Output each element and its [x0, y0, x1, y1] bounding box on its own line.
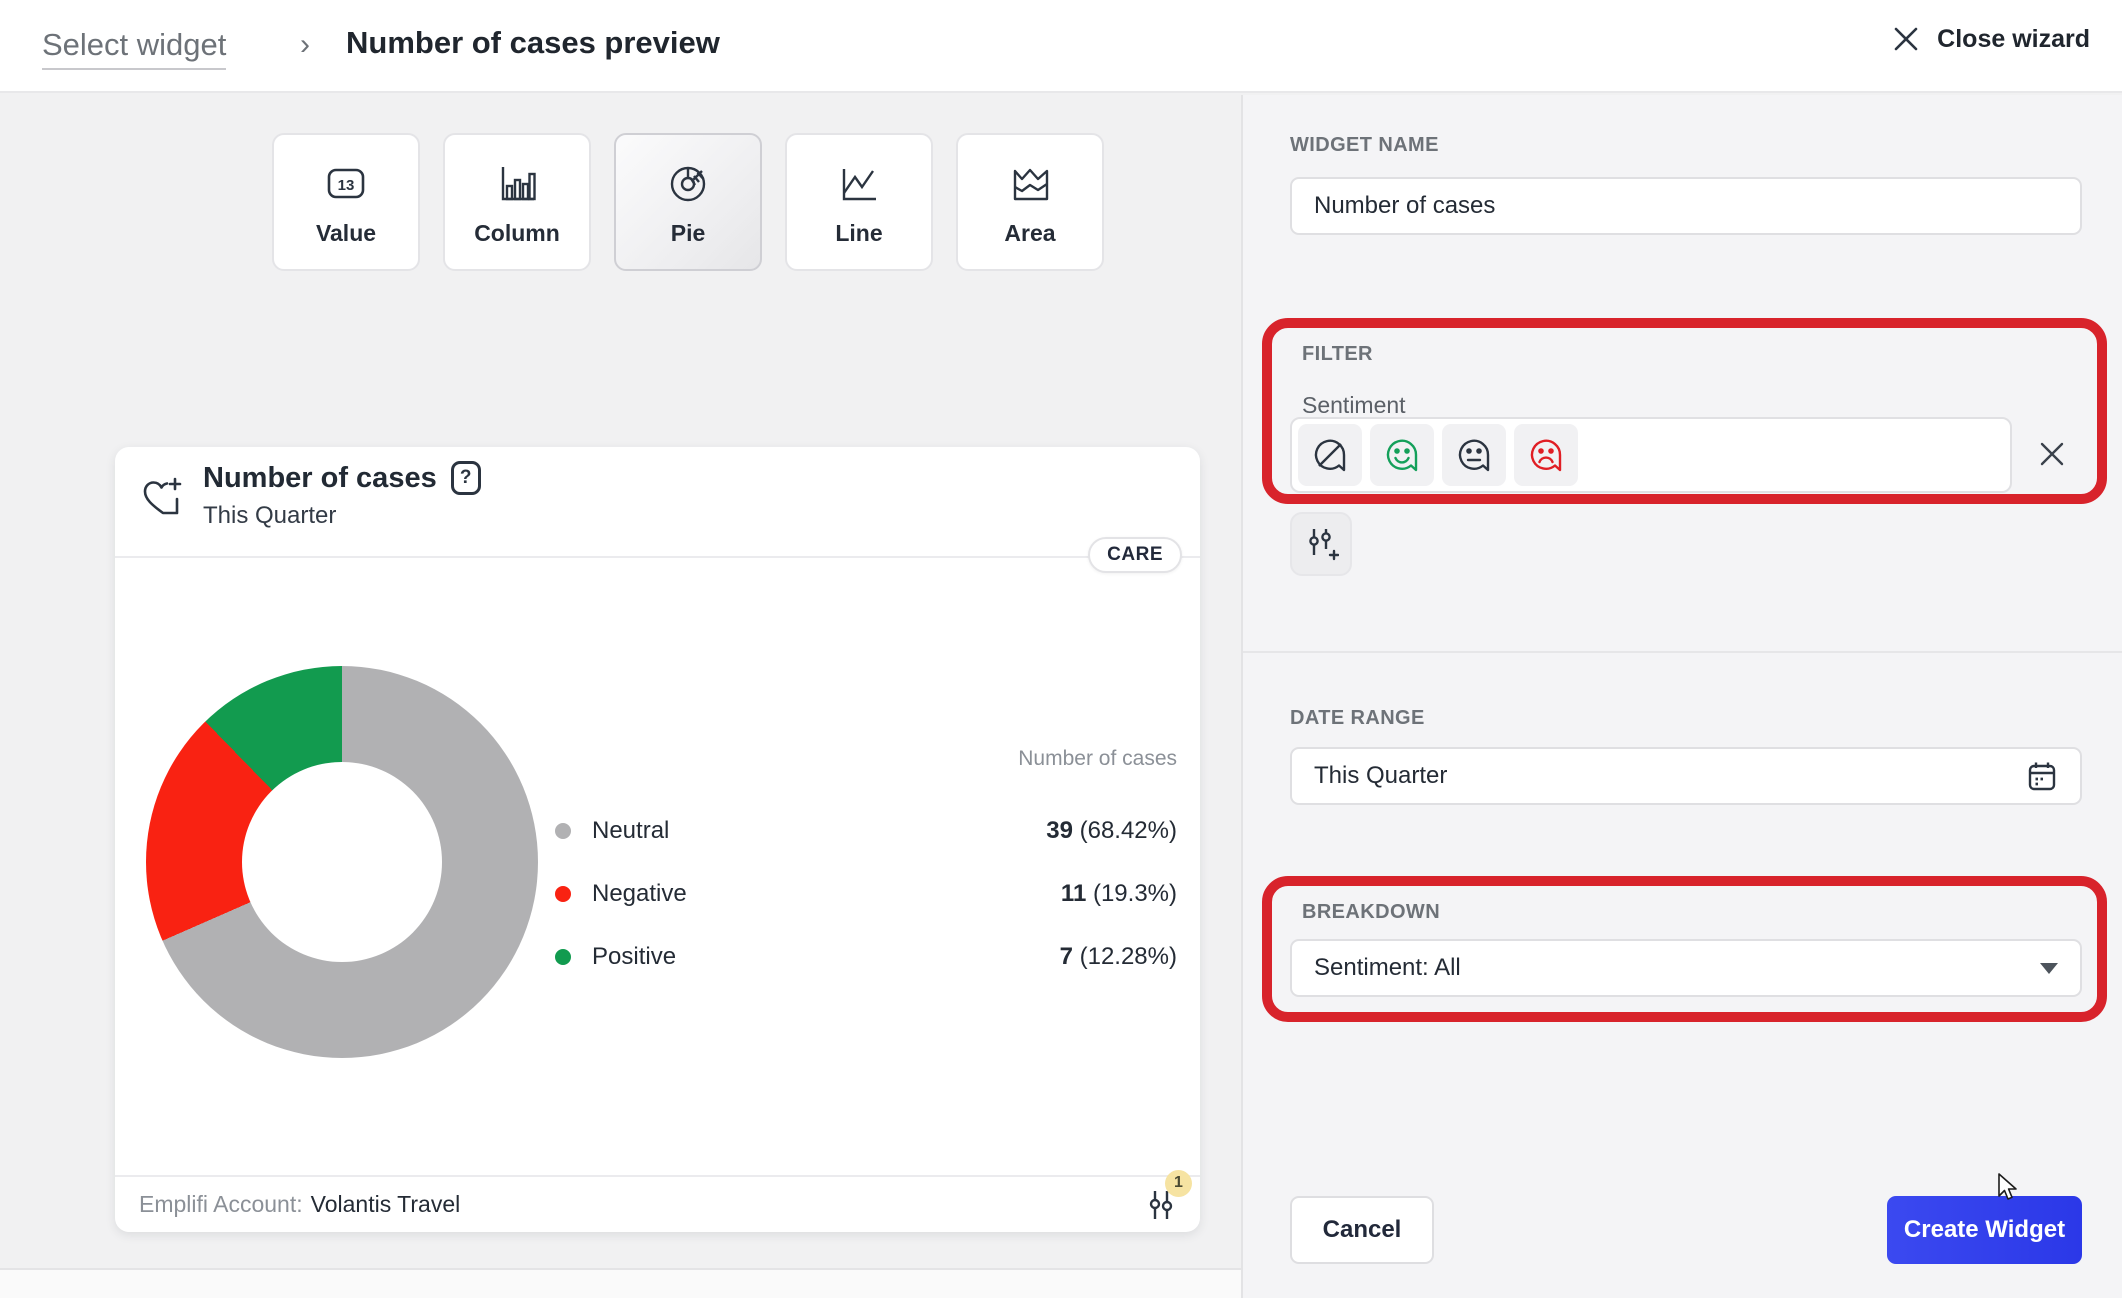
legend-row: Positive 7 (12.28%) [555, 925, 1177, 988]
filter-count-badge: 1 [1165, 1170, 1192, 1197]
sentiment-unknown-button[interactable] [1298, 424, 1362, 486]
legend-column-header: Number of cases [555, 747, 1177, 775]
close-wizard-label: Close wizard [1937, 25, 2090, 54]
filter-clear-button[interactable] [2036, 438, 2068, 470]
left-bottom-strip [0, 1270, 1241, 1298]
widget-type-label: Area [1004, 220, 1055, 247]
close-icon [1891, 24, 1921, 54]
widget-type-area[interactable]: Area [956, 133, 1104, 271]
card-title: Number of cases [203, 462, 437, 495]
account-label: Emplifi Account: [139, 1191, 303, 1218]
widget-name-label: WIDGET NAME [1290, 134, 1439, 157]
chevron-down-icon [2040, 963, 2058, 974]
widget-type-pie[interactable]: Pie [614, 133, 762, 271]
card-footer: Emplifi Account: Volantis Travel 1 [115, 1175, 1200, 1232]
widget-name-input[interactable]: Number of cases [1290, 177, 2082, 235]
negative-sentiment-icon [1524, 433, 1568, 477]
legend-row: Neutral 39 (68.42%) [555, 799, 1177, 862]
neutral-sentiment-icon [1452, 433, 1496, 477]
breadcrumb-back-link[interactable]: Select widget [42, 27, 226, 70]
legend-row: Negative 11 (19.3%) [555, 862, 1177, 925]
legend-label: Positive [592, 943, 676, 971]
legend-marker-icon [555, 949, 571, 965]
care-plus-icon [137, 473, 189, 525]
widget-type-value[interactable]: 13 Value [272, 133, 420, 271]
widget-type-label: Pie [671, 220, 706, 247]
legend-marker-icon [555, 886, 571, 902]
widget-type-label: Value [316, 220, 376, 247]
donut-hole [242, 762, 442, 962]
legend-value: 11 (19.3%) [1061, 880, 1177, 908]
widget-type-label: Column [474, 220, 560, 247]
widget-type-line[interactable]: Line [785, 133, 933, 271]
breadcrumb-separator: › [300, 28, 310, 62]
widget-type-selector: 13 Value Column Pie Line Area [272, 133, 1104, 271]
widget-type-label: Line [835, 220, 882, 247]
donut-chart [146, 666, 538, 1058]
cancel-button[interactable]: Cancel [1290, 1196, 1434, 1264]
breakdown-value: Sentiment: All [1314, 954, 1461, 982]
close-wizard-button[interactable]: Close wizard [1891, 24, 2090, 54]
breakdown-dropdown[interactable]: Sentiment: All [1290, 939, 2082, 997]
sentiment-neutral-button[interactable] [1442, 424, 1506, 486]
legend-value: 7 (12.28%) [1060, 943, 1177, 971]
pie-chart-icon [664, 158, 712, 208]
legend-label: Neutral [592, 817, 669, 845]
preview-area: 13 Value Column Pie Line Area [0, 95, 1241, 1298]
add-filter-button[interactable] [1290, 512, 1352, 576]
svg-text:13: 13 [338, 177, 355, 194]
area-chart-icon [1006, 158, 1054, 208]
add-filter-sliders-icon [1303, 525, 1339, 563]
page-title: Number of cases preview [346, 25, 720, 61]
widget-preview-card: Number of cases ? This Quarter CARE Numb… [115, 447, 1200, 1232]
sentiment-field-label: Sentiment [1302, 392, 1406, 419]
legend-label: Negative [592, 880, 687, 908]
account-value: Volantis Travel [311, 1191, 461, 1218]
create-widget-button[interactable]: Create Widget [1887, 1196, 2082, 1264]
chart-legend: Number of cases Neutral 39 (68.42%) Negati… [555, 747, 1177, 988]
no-sentiment-icon [1308, 433, 1352, 477]
sentiment-negative-button[interactable] [1514, 424, 1578, 486]
legend-value: 39 (68.42%) [1046, 817, 1177, 845]
column-chart-icon [493, 158, 541, 208]
card-filter-button[interactable]: 1 [1146, 1188, 1176, 1222]
filter-label: FILTER [1302, 343, 1373, 366]
widget-settings-panel: WIDGET NAME Number of cases FILTER Senti… [1241, 95, 2122, 1298]
x-clear-icon [2036, 438, 2068, 470]
value-number-icon: 13 [322, 158, 370, 208]
help-icon[interactable]: ? [451, 461, 481, 495]
breakdown-label: BREAKDOWN [1302, 901, 1440, 924]
sentiment-filter-field[interactable] [1290, 417, 2012, 493]
legend-marker-icon [555, 823, 571, 839]
widget-name-value: Number of cases [1314, 192, 1495, 220]
sentiment-positive-button[interactable] [1370, 424, 1434, 486]
date-range-value: This Quarter [1314, 762, 1447, 790]
card-subtitle: This Quarter [203, 502, 336, 530]
panel-divider [1243, 651, 2122, 653]
card-header-divider [115, 556, 1200, 558]
date-range-input[interactable]: This Quarter [1290, 747, 2082, 805]
date-range-label: DATE RANGE [1290, 707, 1425, 730]
positive-sentiment-icon [1380, 433, 1424, 477]
care-badge: CARE [1088, 537, 1182, 573]
wizard-header: Select widget › Number of cases preview … [0, 0, 2122, 93]
line-chart-icon [835, 158, 883, 208]
widget-type-column[interactable]: Column [443, 133, 591, 271]
calendar-icon[interactable] [2026, 759, 2058, 793]
